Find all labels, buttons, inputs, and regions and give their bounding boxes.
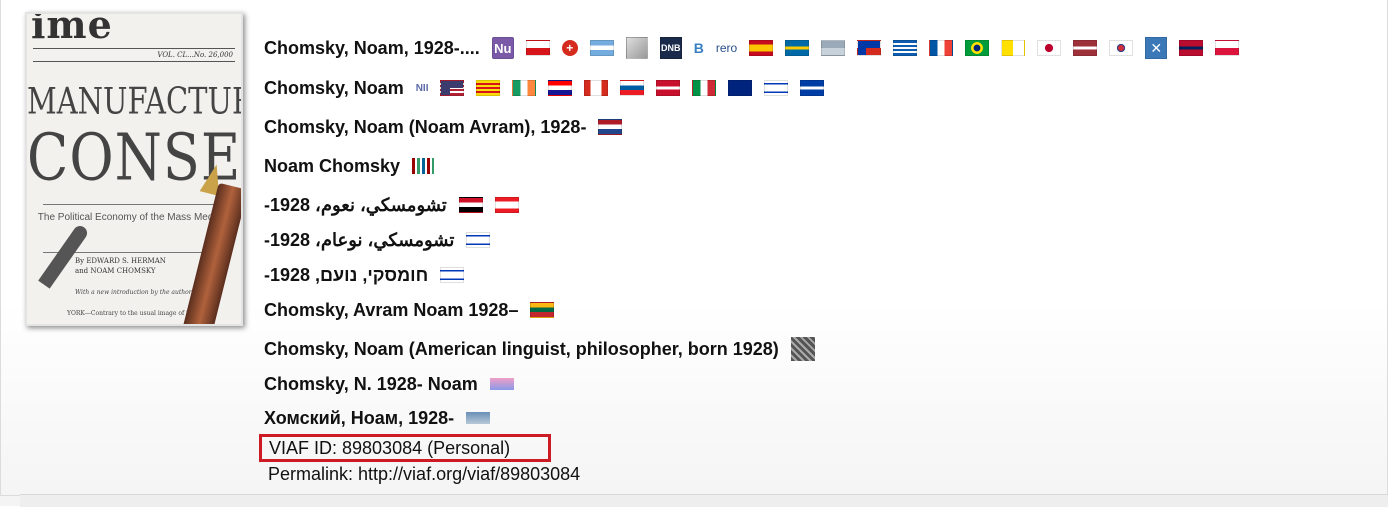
cover-subtitle: The Political Economy of the Mass Media [37, 212, 222, 223]
korea-flag[interactable] [1109, 40, 1134, 56]
france-flag[interactable] [929, 40, 954, 56]
nukat-icon[interactable]: Nu [491, 37, 514, 59]
heading-name[interactable]: Chomsky, Avram Noam 1928– [264, 300, 518, 321]
heading-row: Chomsky, N. 1928- Noam [264, 370, 526, 398]
gradient-flag[interactable] [489, 378, 514, 390]
denmark-flag[interactable] [656, 80, 681, 96]
estonia-flag[interactable] [821, 40, 846, 56]
heading-row: חומסקי, נועם, 1928- [264, 261, 476, 289]
source-icons [790, 337, 827, 361]
source-icons [466, 412, 502, 424]
vatican-flag[interactable] [1001, 40, 1026, 56]
australia-flag[interactable] [728, 80, 753, 96]
israel-flag[interactable] [440, 267, 465, 283]
quebec-flag[interactable] [800, 80, 825, 96]
poland-flag[interactable] [1215, 40, 1240, 56]
cover-issue: VOL. CL...No. 26,000 [157, 51, 233, 59]
heading-name[interactable]: Noam Chomsky [264, 156, 400, 177]
isni-icon[interactable] [790, 337, 815, 361]
heading-row: تشومسكي، نعوم، 1928- [264, 191, 531, 219]
heading-name[interactable]: Chomsky, Noam [264, 78, 404, 99]
source-icons [466, 232, 502, 248]
b-icon[interactable]: B [694, 40, 704, 56]
x-icon[interactable]: ✕ [1145, 37, 1168, 59]
lebanon-flag[interactable] [494, 197, 519, 213]
heading-row: Хомский, Ноам, 1928- [264, 404, 502, 432]
croatia-flag[interactable] [548, 80, 573, 96]
heading-row: Chomsky, Noam (American linguist, philos… [264, 335, 827, 363]
source-icons: Nu + DNB B rero ✕ [491, 37, 1251, 59]
argentina-flag[interactable] [589, 40, 614, 56]
source-icons [489, 378, 526, 390]
israel-flag[interactable] [764, 80, 789, 96]
wikidata-icon[interactable] [412, 158, 435, 174]
japan-flag[interactable] [1037, 40, 1062, 56]
slovenia-flag[interactable] [620, 80, 645, 96]
source-icons [598, 119, 634, 135]
heading-row: تشومسكي، نوعام، 1928- [264, 226, 502, 254]
book-cover-image: ime VOL. CL...No. 26,000 MANUFACTURING C… [25, 12, 243, 326]
cover-byline: By EDWARD S. HERMAN and NOAM CHOMSKY [75, 257, 166, 275]
norway-flag[interactable] [1179, 40, 1204, 56]
heading-name[interactable]: Chomsky, N. 1928- Noam [264, 374, 478, 395]
heading-name[interactable]: Chomsky, Noam, 1928-.... [264, 38, 480, 59]
usa-flag[interactable] [440, 80, 465, 96]
cover-masthead: ime [31, 12, 113, 47]
heading-name[interactable]: تشومسكي، نعوم، 1928- [264, 195, 447, 216]
egypt-flag[interactable] [458, 197, 483, 213]
chile-flag[interactable] [857, 40, 882, 56]
stack-icon[interactable] [625, 37, 648, 59]
source-icons: NII [416, 80, 837, 96]
rero-icon[interactable]: rero [716, 41, 737, 55]
source-icons [458, 197, 531, 213]
heading-name[interactable]: Хомский, Ноам, 1928- [264, 408, 454, 429]
heading-row: Noam Chomsky [264, 152, 446, 180]
ireland-flag[interactable] [512, 80, 537, 96]
swiss-flag[interactable]: + [561, 40, 578, 56]
brazil-flag[interactable] [965, 40, 990, 56]
heading-name[interactable]: חומסקי, נועם, 1928- [264, 265, 428, 286]
viaf-id-highlight: VIAF ID: 89803084 (Personal) [259, 434, 551, 462]
permalink[interactable]: Permalink: http://viaf.org/viaf/89803084 [268, 464, 580, 485]
heading-name[interactable]: Chomsky, Noam (American linguist, philos… [264, 339, 779, 360]
panel-divider [20, 494, 1388, 507]
catalonia-flag[interactable] [476, 80, 501, 96]
spain-flag[interactable] [749, 40, 774, 56]
heading-name[interactable]: تشومسكي، نوعام، 1928- [264, 230, 454, 251]
italy-flag[interactable] [692, 80, 717, 96]
latvia-flag[interactable] [1073, 40, 1098, 56]
source-icons [412, 158, 446, 174]
sweden-flag[interactable] [785, 40, 810, 56]
heading-row: Chomsky, Avram Noam 1928– [264, 296, 566, 324]
cover-intro: With a new introduction by the authors [75, 289, 195, 296]
nii-icon[interactable]: NII [416, 83, 429, 94]
israel-flag[interactable] [466, 232, 491, 248]
source-icons [440, 267, 476, 283]
czech-flag[interactable] [525, 40, 550, 56]
heading-name[interactable]: Chomsky, Noam (Noam Avram), 1928- [264, 117, 586, 138]
greece-flag[interactable] [893, 40, 918, 56]
heading-row: Chomsky, Noam, 1928-.... Nu + DNB B rero… [264, 34, 1251, 62]
netherlands-flag[interactable] [598, 119, 623, 135]
cover-title-line1: MANUFACTURING [27, 79, 241, 123]
lithuania-flag[interactable] [530, 302, 555, 318]
viaf-id: VIAF ID: 89803084 (Personal) [269, 437, 511, 458]
canada-flag[interactable] [584, 80, 609, 96]
heading-row: Chomsky, Noam NII [264, 74, 836, 102]
belarus-flag[interactable] [466, 412, 491, 424]
dnb-icon[interactable]: DNB [659, 37, 682, 59]
cover-footer: YORK—Contrary to the usual image of the [67, 310, 196, 317]
heading-row: Chomsky, Noam (Noam Avram), 1928- [264, 113, 634, 141]
source-icons [530, 302, 566, 318]
